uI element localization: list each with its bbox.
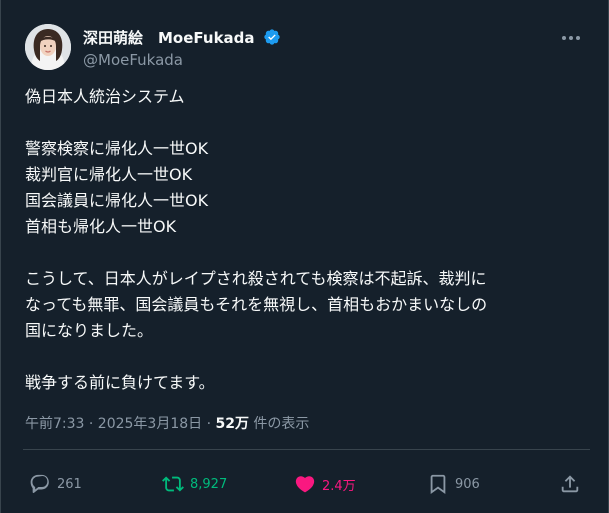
author-name-row: 深田萌絵 MoeFukada: [83, 26, 281, 48]
author-handle[interactable]: @MoeFukada: [83, 51, 183, 69]
like-button[interactable]: 2.4万: [294, 470, 356, 498]
bookmark-button[interactable]: 906: [427, 470, 480, 498]
tweet-line: 偽日本人統治システム: [25, 87, 185, 106]
tweet-line: なっても無罪、国会議員もそれを無視し、首相もおかまいなしの: [25, 295, 488, 314]
tweet-timestamp[interactable]: 午前7:33 · 2025年3月18日 ·: [25, 416, 216, 432]
retweet-icon: [162, 476, 184, 492]
action-bar: 261 8,927 2.4万 906: [29, 470, 590, 498]
more-options-button[interactable]: [558, 30, 584, 46]
author-display-name[interactable]: 深田萌絵 MoeFukada: [83, 27, 255, 48]
view-count[interactable]: 52万: [216, 416, 249, 432]
bookmark-icon: [430, 474, 446, 495]
retweet-button[interactable]: 8,927: [162, 470, 227, 498]
tweet-line: 警察検察に帰化人一世OK: [25, 139, 209, 158]
tweet-line: 国会議員に帰化人一世OK: [25, 191, 209, 210]
like-count: 2.4万: [322, 478, 356, 494]
tweet-line-blank: [25, 240, 590, 266]
reply-count: 261: [57, 476, 82, 492]
avatar[interactable]: [25, 24, 71, 70]
divider: [23, 449, 590, 450]
tweet-header: 深田萌絵 MoeFukada @MoeFukada: [25, 24, 590, 72]
tweet-line: 裁判官に帰化人一世OK: [25, 165, 193, 184]
reply-button[interactable]: 261: [29, 470, 82, 498]
tweet-text: 偽日本人統治システム 警察検察に帰化人一世OK 裁判官に帰化人一世OK 国会議員…: [25, 84, 590, 396]
tweet-line: 首相も帰化人一世OK: [25, 217, 177, 236]
tweet-line-blank: [25, 344, 590, 370]
retweet-count: 8,927: [190, 476, 228, 492]
tweet-line-blank: [25, 110, 590, 136]
verified-badge-icon[interactable]: [263, 28, 281, 46]
share-icon: [561, 475, 579, 493]
bookmark-count: 906: [455, 476, 480, 492]
view-count-label: 件の表示: [248, 416, 310, 432]
share-button[interactable]: [559, 470, 581, 498]
reply-icon: [30, 474, 49, 494]
tweet-line: こうして、日本人がレイプされ殺されても検察は不起訴、裁判に: [25, 269, 487, 288]
tweet-card: 深田萌絵 MoeFukada @MoeFukada 偽日本人統治システム 警察検…: [0, 0, 609, 513]
more-horizontal-icon: [562, 36, 580, 40]
tweet-line: 国になりました。: [25, 321, 154, 340]
tweet-meta: 午前7:33 · 2025年3月18日 · 52万 件の表示: [25, 413, 309, 433]
tweet-line: 戦争する前に負けてます。: [25, 373, 215, 392]
avatar-photo: [25, 24, 71, 70]
heart-icon: [295, 476, 315, 493]
